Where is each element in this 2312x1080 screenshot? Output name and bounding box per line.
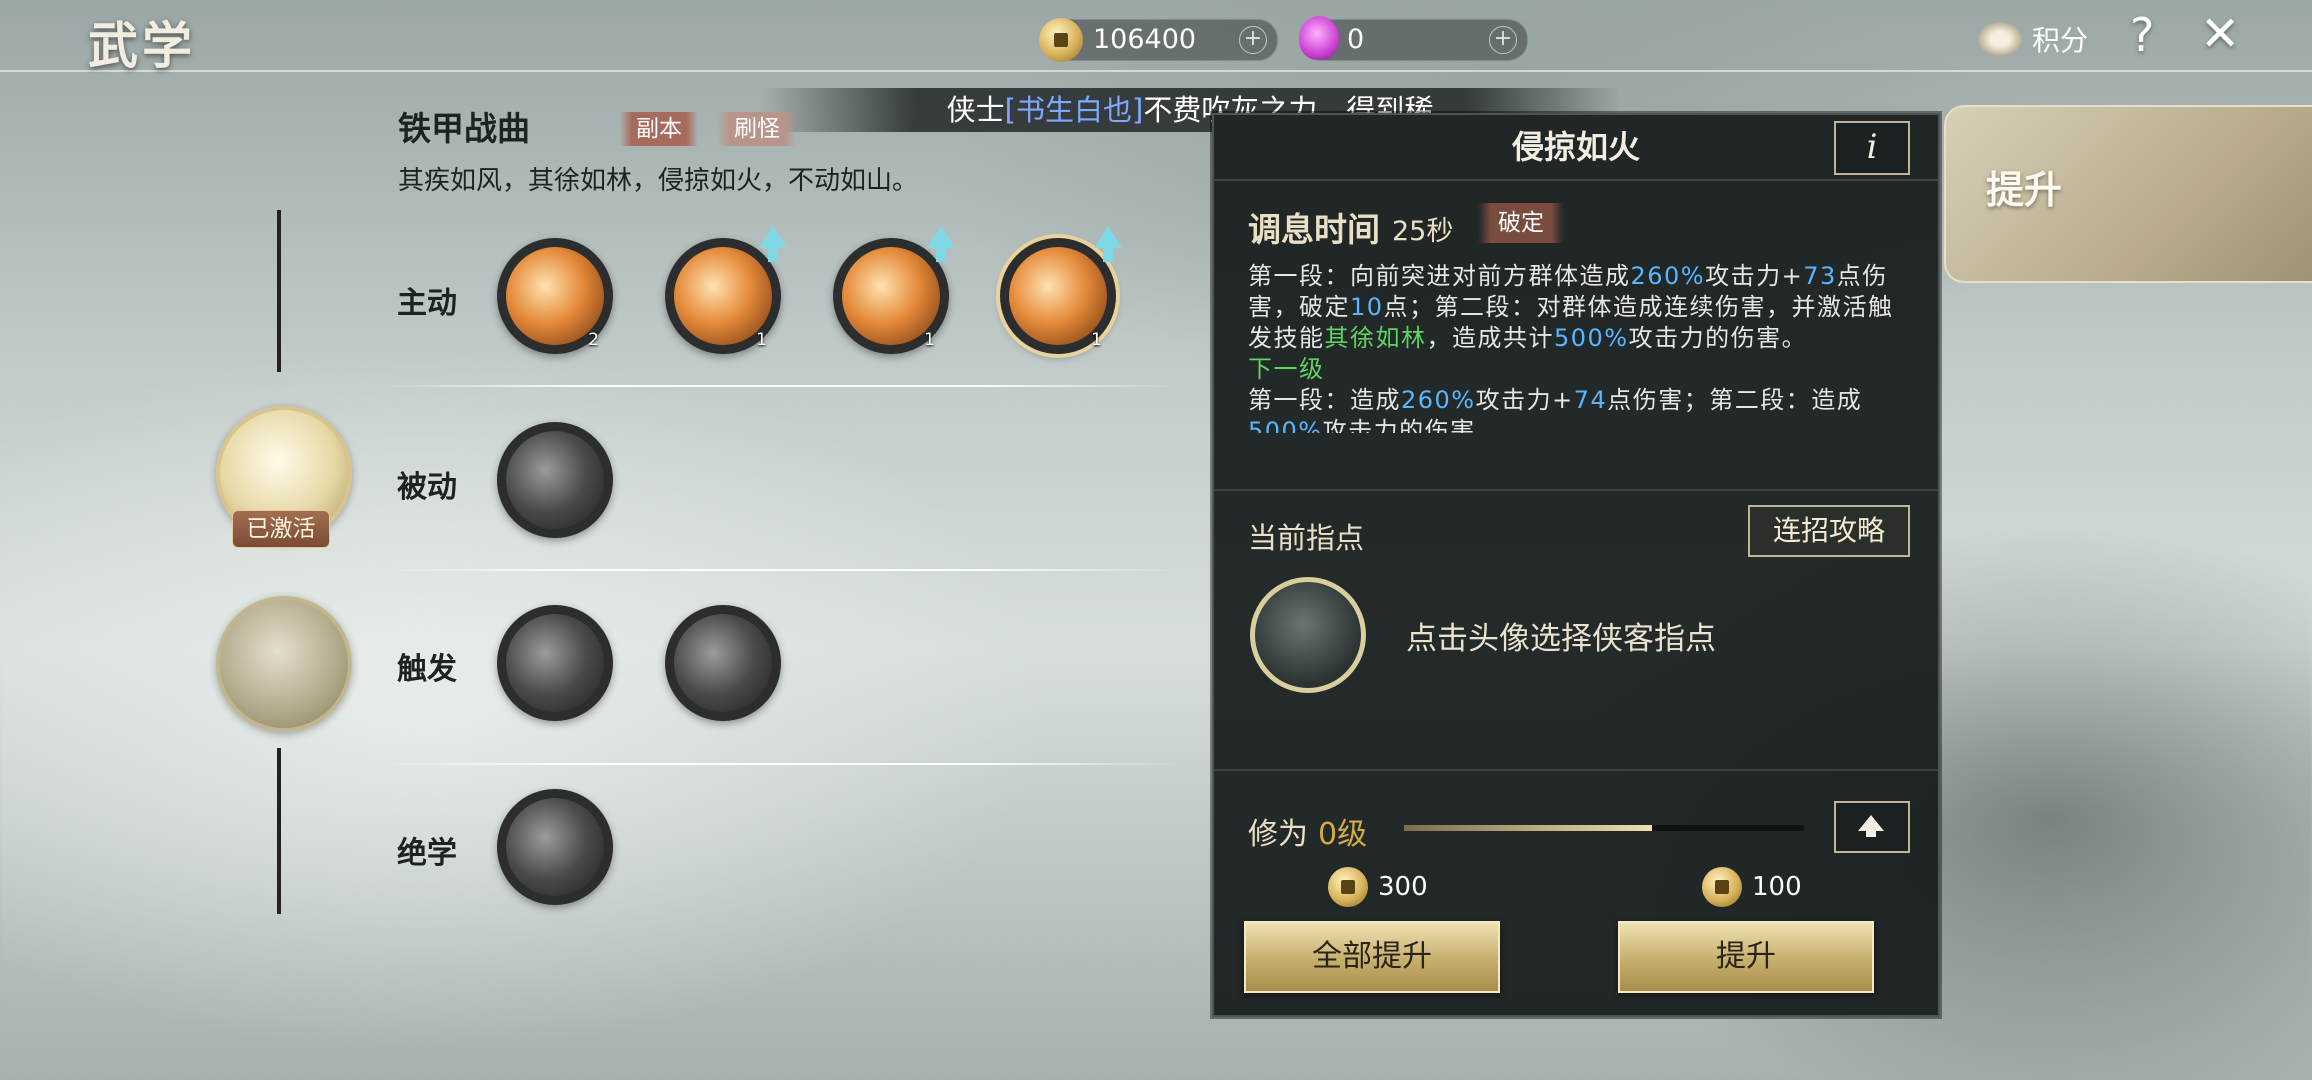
skill-vortex-icon [506, 798, 604, 896]
page-title: 武学 [88, 16, 196, 75]
skill-title: 侵掠如火 [1511, 128, 1640, 166]
combo-guide-button[interactable]: 连招攻略 [1748, 505, 1910, 557]
gem-counter: 0 + [1299, 16, 1528, 61]
desc-number: 74 [1573, 386, 1608, 414]
score-label: 积分 [2032, 24, 2089, 57]
desc-number: 10 [1350, 293, 1384, 321]
desc-text: 攻击力的伤害。 [1628, 324, 1808, 352]
desc-number: 500% [1554, 324, 1629, 352]
medal-sword[interactable] [216, 596, 352, 732]
skill-level: 1 [1091, 330, 1102, 350]
row-divider [380, 763, 1180, 765]
upgrade-arrow-icon [1094, 226, 1122, 262]
expand-up-button[interactable] [1834, 801, 1910, 853]
row-label-passive: 被动 [397, 470, 457, 505]
trigger-skill-2[interactable] [665, 605, 781, 721]
row-label-active: 主动 [397, 286, 457, 321]
skill-level: 1 [924, 330, 935, 350]
activated-badge: 已激活 [232, 510, 330, 548]
cultivation-progress-bar [1404, 825, 1804, 831]
desc-text: 攻击力的伤害 [1322, 417, 1476, 433]
section-divider [1214, 769, 1938, 771]
close-button[interactable]: ✕ [2200, 6, 2240, 62]
school-description: 其疾如风，其徐如林，侵掠如火，不动如山。 [398, 166, 919, 196]
gem-icon [1299, 16, 1339, 60]
cultivation-value: 0级 [1318, 817, 1368, 852]
upgrade-arrow-icon [927, 226, 955, 262]
active-skill-1[interactable]: 2 [497, 238, 613, 354]
upgrade-button[interactable]: 提升 [1618, 921, 1874, 993]
coin-icon [1328, 867, 1368, 907]
skill-shards-icon [506, 614, 604, 712]
upgrade-all-button[interactable]: 全部提升 [1244, 921, 1500, 993]
tag-dungeon: 副本 [620, 112, 698, 146]
notice-prefix: 侠士 [946, 93, 1005, 127]
upgrade-tab-label: 提升 [1986, 167, 2063, 212]
add-gem-button[interactable]: + [1489, 26, 1517, 54]
cooldown-label: 调息时间 [1248, 210, 1380, 249]
desc-text: 第一段：向前突进对前方群体造成 [1248, 262, 1631, 290]
upgrade-arrow-icon [759, 226, 787, 262]
score-button[interactable]: 积分 [1978, 14, 2088, 64]
cultivation-progress-fill [1404, 825, 1652, 831]
score-icon [1978, 22, 2022, 56]
active-skill-3[interactable]: 1 [833, 226, 955, 354]
trigger-skill-1[interactable] [497, 605, 613, 721]
coin-icon [1039, 18, 1083, 62]
row-divider [380, 385, 1180, 387]
skill-burst-icon [674, 614, 772, 712]
desc-number: 260% [1401, 386, 1476, 414]
help-button[interactable]: ? [2130, 8, 2154, 62]
add-coin-button[interactable]: + [1239, 26, 1267, 54]
top-divider [0, 70, 2312, 72]
info-button[interactable]: i [1834, 121, 1910, 175]
coin-amount: 106400 [1093, 24, 1197, 55]
desc-number: 260% [1630, 262, 1706, 290]
skill-level: 1 [756, 330, 767, 350]
school-name: 铁甲战曲 [398, 109, 530, 148]
guide-label: 当前指点 [1248, 521, 1365, 555]
desc-skill-link: 其徐如林 [1324, 324, 1427, 352]
skill-helmet-icon [506, 431, 604, 529]
path-line [277, 210, 281, 372]
active-skill-2[interactable]: 1 [665, 226, 787, 354]
mentor-hint: 点击头像选择侠客指点 [1406, 621, 1716, 657]
active-skill-4[interactable]: 1 [1000, 226, 1122, 354]
tag-farming: 刷怪 [718, 112, 796, 146]
skill-description[interactable]: 第一段：向前突进对前方群体造成260%攻击力+73点伤害，破定10点；第二段：对… [1248, 261, 1908, 433]
upgrade-cost: 100 [1752, 872, 1802, 902]
upgrade-tab[interactable]: 提升 [1944, 105, 2312, 283]
desc-text: 第一段：造成 [1248, 386, 1401, 414]
desc-number: 73 [1803, 262, 1837, 290]
row-label-trigger: 触发 [397, 652, 457, 687]
mentor-avatar[interactable] [1250, 577, 1366, 693]
gem-amount: 0 [1347, 24, 1365, 55]
desc-text: ，造成共计 [1426, 324, 1554, 352]
upgrade-all-cost: 300 [1378, 872, 1428, 902]
notice-player-name[interactable]: [书生白也] [1005, 93, 1144, 127]
next-level-label: 下一级 [1248, 355, 1325, 383]
coin-icon [1702, 867, 1742, 907]
skill-level: 2 [588, 330, 599, 350]
cultivation-label: 修为 [1248, 817, 1308, 852]
skill-detail-panel: 侵掠如火 i 调息时间 25秒 破定 第一段：向前突进对前方群体造成260%攻击… [1212, 113, 1940, 1017]
passive-skill-1[interactable] [497, 422, 613, 538]
path-line [277, 748, 281, 914]
desc-number: 500% [1248, 417, 1323, 433]
row-divider [380, 569, 1180, 571]
desc-text: 攻击力+ [1475, 386, 1574, 414]
row-label-ultimate: 绝学 [397, 836, 457, 871]
break-tag: 破定 [1478, 203, 1564, 243]
cooldown-value: 25秒 [1392, 216, 1454, 247]
coin-counter: 106400 + [1039, 18, 1278, 62]
ultimate-skill-1[interactable] [497, 789, 613, 905]
section-divider [1214, 489, 1938, 491]
desc-text: 攻击力+ [1705, 262, 1804, 290]
desc-text: 点伤害；第二段：造成 [1607, 386, 1863, 414]
